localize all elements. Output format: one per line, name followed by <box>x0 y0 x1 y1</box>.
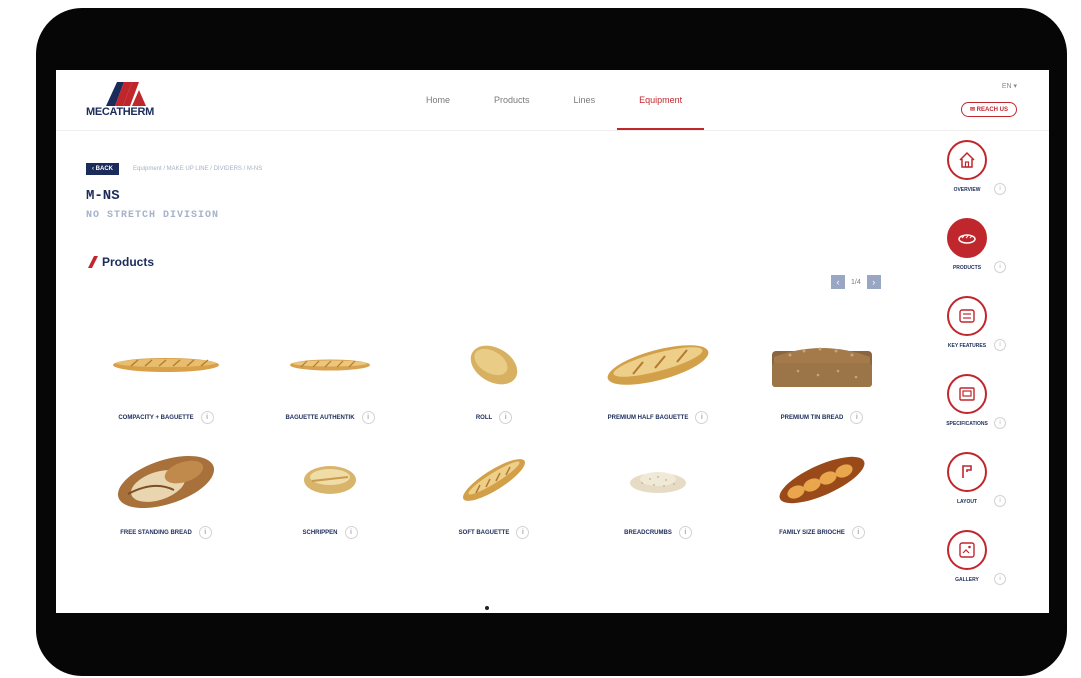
info-icon[interactable]: i <box>851 526 865 539</box>
pagination: ‹ 1/4 › <box>831 275 881 289</box>
info-icon[interactable]: i <box>516 526 530 539</box>
slash-icon <box>88 256 98 268</box>
product-label: FAMILY SIZE BRIOCHE <box>779 529 845 536</box>
product-grid: COMPACITY + BAGUETTE i BAGUETTE AUTHENTI… <box>84 335 904 560</box>
breadcrumbs-icon <box>588 450 728 510</box>
product-card-roll[interactable]: ROLL i <box>412 335 576 445</box>
info-icon[interactable]: i <box>850 411 864 424</box>
baguette-icon <box>96 335 236 395</box>
home-icon <box>947 140 987 180</box>
schrippen-icon <box>260 450 400 510</box>
product-card-premium-half-baguette[interactable]: PREMIUM HALF BAGUETTE i <box>576 335 740 445</box>
info-icon[interactable]: i <box>994 183 1006 195</box>
bread-icon <box>947 218 987 258</box>
nav-products[interactable]: Products <box>472 70 552 130</box>
products-section-header: Products <box>88 255 154 269</box>
nav-lines[interactable]: Lines <box>552 70 618 130</box>
info-icon[interactable]: i <box>499 411 513 424</box>
sidebar-item-products[interactable]: PRODUCTS i <box>929 218 1029 298</box>
soft-baguette-icon <box>424 450 564 510</box>
layout-icon <box>947 452 987 492</box>
info-icon[interactable]: i <box>994 417 1006 429</box>
product-label: PREMIUM HALF BAGUETTE <box>607 414 689 421</box>
nav-equipment[interactable]: Equipment <box>617 70 705 130</box>
info-icon[interactable]: i <box>994 573 1006 585</box>
info-icon[interactable]: i <box>344 526 358 539</box>
product-card-soft-baguette[interactable]: SOFT BAGUETTE i <box>412 450 576 560</box>
product-card-family-size-brioche[interactable]: FAMILY SIZE BRIOCHE i <box>740 450 904 560</box>
sidebar-item-specifications[interactable]: SPECIFICATIONS i <box>929 374 1029 454</box>
breadcrumb[interactable]: Equipment / MAKE UP LINE / DIVIDERS / M-… <box>133 166 262 172</box>
mecatherm-logo[interactable]: MECATHERM <box>86 82 170 118</box>
product-card-schrippen[interactable]: SCHRIPPEN i <box>248 450 412 560</box>
info-icon[interactable]: i <box>678 526 692 539</box>
section-title: Products <box>102 255 155 269</box>
info-icon[interactable]: i <box>994 261 1006 273</box>
back-button[interactable]: ‹ BACK <box>86 163 119 175</box>
thin-baguette-icon <box>260 335 400 395</box>
free-bread-icon <box>96 450 236 510</box>
language-selector[interactable]: EN ▾ <box>1002 82 1017 90</box>
sidebar-item-overview[interactable]: OVERVIEW i <box>929 140 1029 220</box>
page-subtitle: NO STRETCH DIVISION <box>86 210 220 221</box>
product-label: SOFT BAGUETTE <box>458 529 510 536</box>
sidebar-item-gallery[interactable]: GALLERY i <box>929 530 1029 610</box>
main-nav: Home Products Lines Equipment <box>404 70 705 130</box>
roll-icon <box>424 335 564 395</box>
product-card-compacity-baguette[interactable]: COMPACITY + BAGUETTE i <box>84 335 248 445</box>
tin-bread-icon <box>752 335 892 395</box>
next-page-button[interactable]: › <box>866 275 881 289</box>
product-label: COMPACITY + BAGUETTE <box>118 414 194 421</box>
product-label: SCHRIPPEN <box>302 529 338 536</box>
info-icon[interactable]: i <box>200 411 214 424</box>
half-baguette-icon <box>588 335 728 395</box>
features-icon <box>947 296 987 336</box>
device-home-indicator <box>485 606 489 610</box>
app-screen: MECATHERM Home Products Lines Equipment … <box>56 70 1049 613</box>
product-card-free-standing-bread[interactable]: FREE STANDING BREAD i <box>84 450 248 560</box>
page-title: M-NS <box>86 188 120 204</box>
product-label: FREE STANDING BREAD <box>120 529 192 536</box>
reach-us-button[interactable]: ✉ REACH US <box>960 102 1017 117</box>
product-card-breadcrumbs[interactable]: BREADCRUMBS i <box>576 450 740 560</box>
page-indicator: 1/4 <box>851 278 861 286</box>
info-icon[interactable]: i <box>198 526 212 539</box>
info-icon[interactable]: i <box>695 411 709 424</box>
product-card-premium-tin-bread[interactable]: PREMIUM TIN BREAD i <box>740 335 904 445</box>
info-icon[interactable]: i <box>994 495 1006 507</box>
prev-page-button[interactable]: ‹ <box>831 275 845 289</box>
product-label: PREMIUM TIN BREAD <box>780 414 844 421</box>
brand-name: MECATHERM <box>86 106 154 118</box>
mecatherm-logo-icon <box>106 82 146 106</box>
sidebar-item-key-features[interactable]: KEY FEATURES i <box>929 296 1029 376</box>
product-label: BREADCRUMBS <box>624 529 672 536</box>
info-icon[interactable]: i <box>361 411 375 424</box>
product-label: ROLL <box>475 414 493 421</box>
sidebar-item-layout[interactable]: LAYOUT i <box>929 452 1029 532</box>
brioche-icon <box>752 450 892 510</box>
product-label: BAGUETTE AUTHENTIK <box>285 414 355 421</box>
product-card-baguette-authentik[interactable]: BAGUETTE AUTHENTIK i <box>248 335 412 445</box>
top-header: MECATHERM Home Products Lines Equipment … <box>56 70 1049 131</box>
gallery-icon <box>947 530 987 570</box>
specs-icon <box>947 374 987 414</box>
nav-home[interactable]: Home <box>404 70 472 130</box>
info-icon[interactable]: i <box>994 339 1006 351</box>
